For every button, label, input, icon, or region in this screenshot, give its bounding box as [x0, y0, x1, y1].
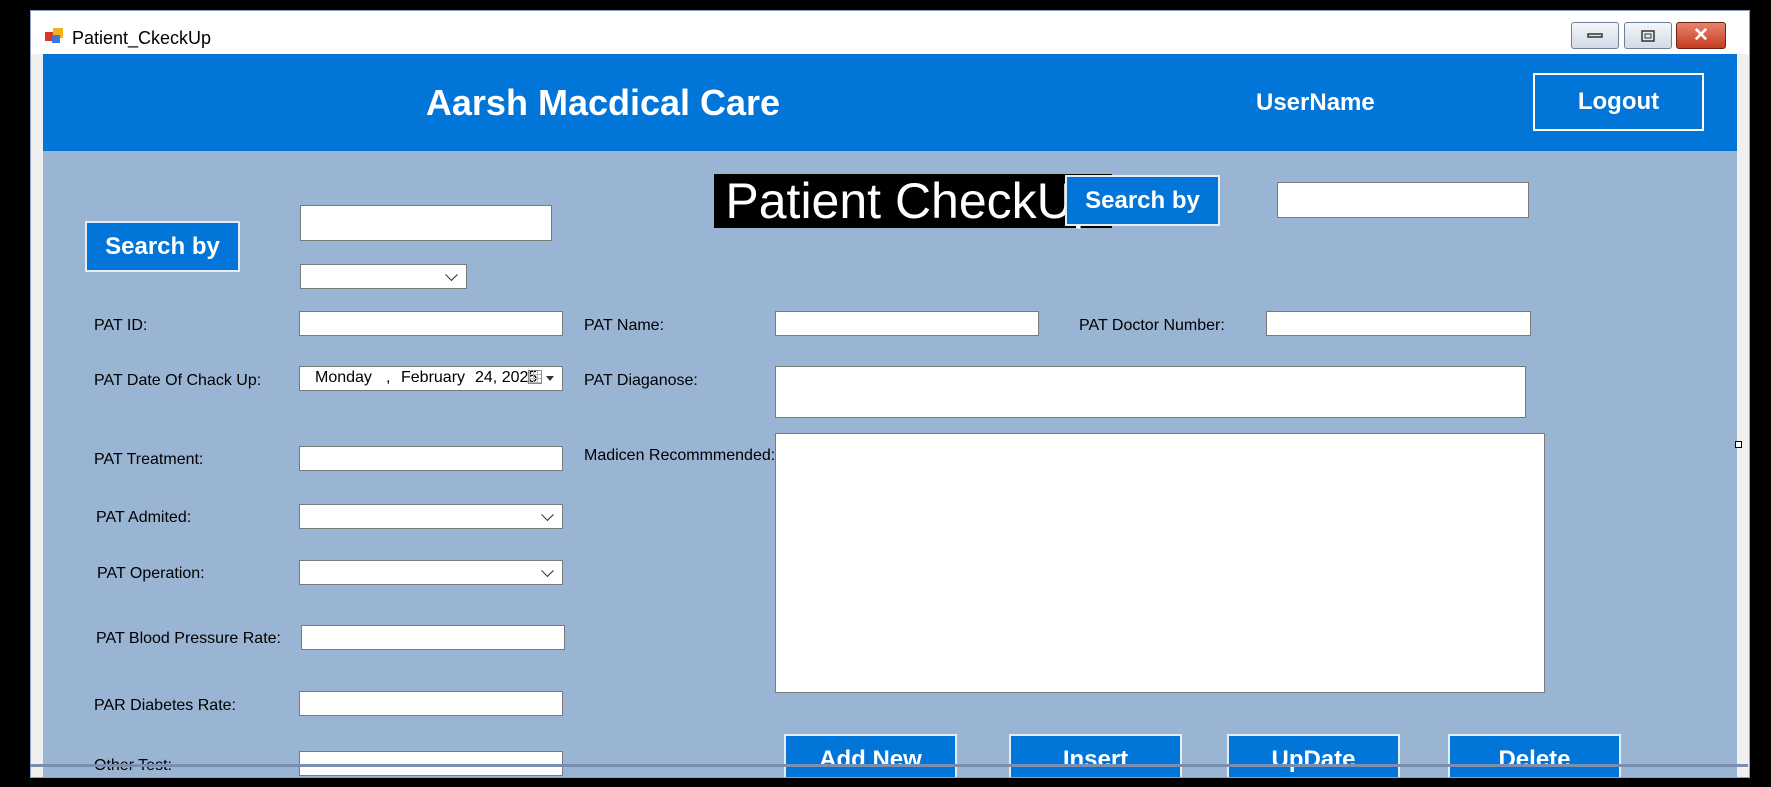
- pat-doctor-number-field[interactable]: [1266, 311, 1531, 336]
- search-by-button-right[interactable]: Search by: [1065, 175, 1220, 226]
- insert-button[interactable]: Insert: [1009, 734, 1182, 777]
- delete-button[interactable]: Delete: [1448, 734, 1621, 777]
- add-new-button[interactable]: Add New: [784, 734, 957, 777]
- date-day: Monday: [315, 369, 372, 386]
- pat-id-label: PAT ID:: [94, 317, 148, 334]
- diagnose-label: PAT Diaganose:: [584, 372, 698, 389]
- maximize-button[interactable]: [1624, 22, 1672, 49]
- date-label: PAT Date Of Chack Up:: [94, 372, 262, 389]
- username-label: UserName: [1256, 89, 1375, 116]
- operation-select[interactable]: [299, 560, 563, 585]
- minimize-button[interactable]: [1571, 22, 1619, 49]
- calendar-icon: [528, 370, 542, 384]
- client-area: Aarsh Macdical Care UserName Logout Pati…: [43, 54, 1737, 777]
- chevron-down-icon: [541, 563, 554, 577]
- close-button[interactable]: ✕: [1676, 22, 1726, 49]
- blood-pressure-label: PAT Blood Pressure Rate:: [96, 630, 281, 647]
- dropdown-arrow-icon: [546, 376, 554, 381]
- blood-pressure-field[interactable]: [301, 625, 565, 650]
- close-icon: ✕: [1693, 25, 1709, 46]
- search-by-button-left[interactable]: Search by: [85, 221, 240, 272]
- restore-icon: [1641, 29, 1655, 42]
- pat-id-field[interactable]: [299, 311, 563, 336]
- search-input-left[interactable]: [300, 205, 552, 241]
- medicine-label: Madicen Recommmended:: [584, 447, 776, 464]
- page-title: Patient CheckUp: [714, 173, 1112, 229]
- treatment-label: PAT Treatment:: [94, 451, 204, 468]
- app-icon: [45, 28, 65, 44]
- app-window: Patient_CkeckUp ✕ Aarsh Macdical Care Us…: [30, 10, 1750, 778]
- brand-title: Aarsh Macdical Care: [425, 82, 781, 123]
- operation-label: PAT Operation:: [97, 565, 205, 582]
- diagnose-field[interactable]: [775, 366, 1526, 418]
- window-bottom-border: [30, 764, 1748, 767]
- update-button[interactable]: UpDate: [1227, 734, 1400, 777]
- diabetes-field[interactable]: [299, 691, 563, 716]
- pat-doctor-number-label: PAT Doctor Number:: [1079, 317, 1225, 334]
- pat-name-field[interactable]: [775, 311, 1039, 336]
- chevron-down-icon: [445, 267, 458, 281]
- admitted-select[interactable]: [299, 504, 563, 529]
- medicine-field[interactable]: [775, 433, 1545, 693]
- search-select-left[interactable]: [300, 264, 467, 289]
- date-picker[interactable]: Monday , February 24, 2025: [299, 366, 563, 391]
- logout-button[interactable]: Logout: [1533, 73, 1704, 131]
- date-month: February: [401, 369, 466, 386]
- pat-name-label: PAT Name:: [584, 317, 665, 334]
- date-separator: ,: [386, 369, 391, 386]
- window-title: Patient_CkeckUp: [72, 28, 212, 48]
- admitted-label: PAT Admited:: [96, 509, 192, 526]
- header-bar: Aarsh Macdical Care UserName Logout: [43, 54, 1737, 151]
- chevron-down-icon: [541, 507, 554, 521]
- minimize-icon: [1587, 32, 1603, 38]
- resize-handle[interactable]: [1735, 441, 1742, 448]
- search-input-right[interactable]: [1277, 182, 1529, 218]
- title-bar[interactable]: Patient_CkeckUp ✕: [31, 11, 1749, 54]
- treatment-field[interactable]: [299, 446, 563, 471]
- diabetes-label: PAR Diabetes Rate:: [94, 697, 236, 714]
